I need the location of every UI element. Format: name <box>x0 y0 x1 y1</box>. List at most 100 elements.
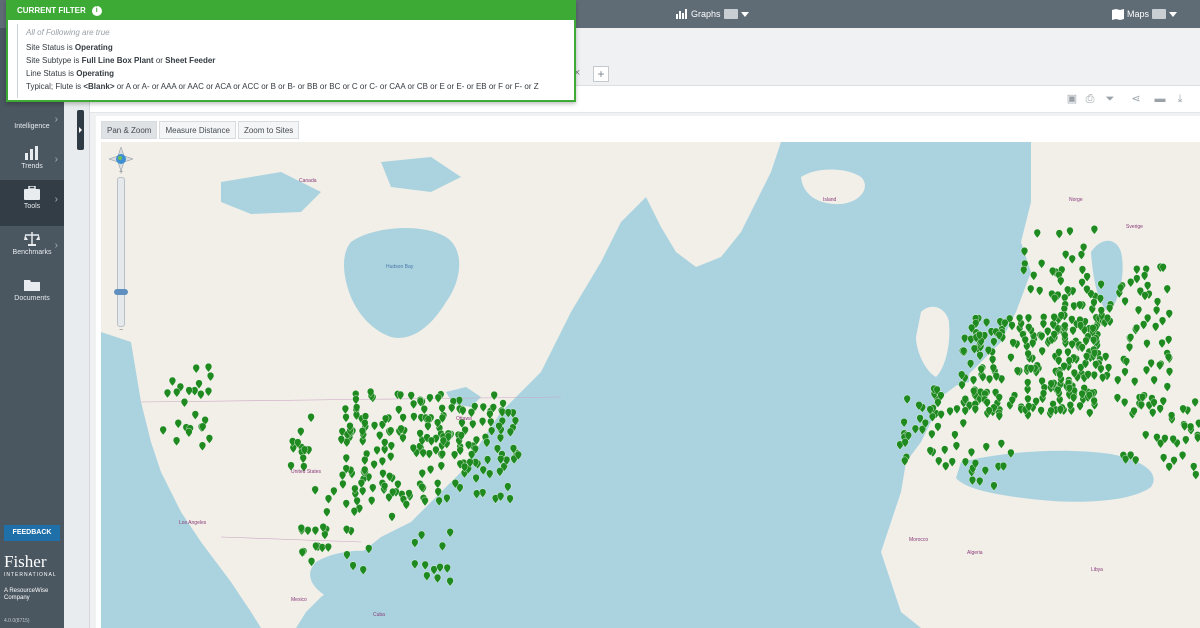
info-icon[interactable]: i <box>91 6 102 16</box>
sidebar-item-label: Tools <box>23 203 41 210</box>
site-marker[interactable] <box>446 577 454 587</box>
graphs-label: Graphs <box>691 9 721 19</box>
site-marker[interactable] <box>911 424 919 435</box>
site-marker[interactable] <box>433 573 442 584</box>
label-united-states: United States <box>291 469 322 475</box>
zoom-in-button[interactable]: + <box>116 169 126 177</box>
site-marker[interactable] <box>506 427 514 438</box>
feedback-button[interactable]: FEEDBACK <box>4 525 60 541</box>
sidebar-item-label: Intelligence <box>14 123 50 130</box>
save-icon[interactable]: ▣ <box>1066 93 1078 105</box>
sidebar-item-benchmarks[interactable]: Benchmarks › <box>0 226 64 272</box>
label-ottawa: Ottawa <box>456 416 472 422</box>
label-island: Island <box>823 197 837 203</box>
site-marker[interactable] <box>436 563 444 573</box>
land-british-isles <box>916 306 950 377</box>
zoom-control: + − <box>109 147 133 334</box>
version-text: 4.0.0(8715) <box>4 618 30 624</box>
site-marker[interactable] <box>417 530 426 541</box>
site-marker[interactable] <box>982 318 991 328</box>
tab-zoom-to-sites[interactable]: Zoom to Sites <box>237 121 300 139</box>
label-mexico: Mexico <box>291 597 307 603</box>
label-libya: Libya <box>1091 567 1103 573</box>
site-marker[interactable] <box>411 559 419 570</box>
folder-icon[interactable]: ▬ <box>1154 93 1166 105</box>
site-marker[interactable] <box>486 469 494 480</box>
label-algeria: Algeria <box>967 550 983 556</box>
land-greenland <box>621 142 781 267</box>
site-marker[interactable] <box>498 407 506 418</box>
app-window: Graphs Maps Intelligence › Trends › Tool… <box>0 0 1200 628</box>
label-hudson-bay: Hudson Bay <box>386 264 414 270</box>
site-marker[interactable] <box>496 467 504 477</box>
site-marker[interactable] <box>970 344 979 355</box>
site-marker[interactable] <box>900 418 908 428</box>
chevron-down-icon <box>740 11 749 17</box>
graphs-count-box <box>723 9 738 19</box>
filter-icon[interactable]: ⏷ <box>1104 93 1116 105</box>
site-marker[interactable] <box>506 494 514 504</box>
fisher-logo: Fisher INTERNATIONAL <box>4 552 62 578</box>
chevron-right-icon: › <box>54 114 58 125</box>
site-marker[interactable] <box>976 351 984 361</box>
site-marker[interactable] <box>504 408 512 418</box>
site-marker[interactable] <box>479 465 487 476</box>
site-marker[interactable] <box>488 426 496 437</box>
rule-value: Full Line Box Plant <box>81 56 154 65</box>
label-morocco: Morocco <box>909 537 929 543</box>
sidebar-item-label: Trends <box>21 163 43 170</box>
sidebar: Intelligence › Trends › Tools › Benchmar… <box>0 28 64 628</box>
site-marker[interactable] <box>423 571 431 582</box>
site-marker[interactable] <box>483 438 491 448</box>
resourcewise-logo: A ResourceWise Company <box>4 588 49 601</box>
site-marker[interactable] <box>411 538 419 548</box>
site-marker[interactable] <box>472 473 480 484</box>
filter-body: All of Following are true Site Status is… <box>17 24 565 98</box>
site-marker[interactable] <box>496 433 505 444</box>
site-marker[interactable] <box>504 482 512 492</box>
sidebar-item-tools[interactable]: Tools › <box>0 180 64 226</box>
sidebar-item-documents[interactable]: Documents <box>0 272 64 318</box>
tab-measure-distance[interactable]: Measure Distance <box>159 121 236 139</box>
site-marker[interactable] <box>446 528 454 538</box>
rule-value: Operating <box>76 69 115 78</box>
site-marker[interactable] <box>479 488 487 498</box>
site-marker[interactable] <box>438 541 447 552</box>
rule-connector: or <box>153 56 166 65</box>
site-marker[interactable] <box>435 496 443 507</box>
graphs-menu[interactable]: Graphs <box>676 5 749 23</box>
site-marker[interactable] <box>443 494 451 504</box>
pan-compass-icon[interactable] <box>109 147 133 171</box>
maps-label: Maps <box>1127 9 1150 19</box>
maps-count-box <box>1152 9 1167 19</box>
site-marker[interactable] <box>443 563 451 574</box>
site-marker[interactable] <box>903 394 911 405</box>
rule-value: Operating <box>74 43 113 52</box>
label-canada: Canada <box>299 178 317 184</box>
maps-menu[interactable]: Maps <box>1112 5 1178 23</box>
rule-prefix: Typical; Flute is <box>26 82 84 91</box>
collapse-handle[interactable] <box>77 110 84 150</box>
filter-rule: Site Status is Operating <box>26 41 565 54</box>
site-marker[interactable] <box>473 489 481 500</box>
share-icon[interactable]: ⋖ <box>1130 93 1142 105</box>
rule-value: <Blank> <box>83 82 115 91</box>
filter-rule: Typical; Flute is <Blank> or A or A- or … <box>26 80 565 93</box>
add-tab-button[interactable]: + <box>593 66 609 82</box>
zoom-slider-handle[interactable] <box>114 289 128 295</box>
folder-icon <box>24 280 40 291</box>
site-marker[interactable] <box>990 337 998 347</box>
world-map[interactable]: Canada United States Mexico Cuba Island … <box>101 142 1200 628</box>
site-marker[interactable] <box>421 560 429 571</box>
bar-chart-icon <box>25 146 38 160</box>
print-icon[interactable]: ⎙ <box>1084 93 1096 105</box>
site-marker[interactable] <box>430 565 438 575</box>
rule-prefix: Site Status is <box>26 43 75 52</box>
zoom-out-button[interactable]: − <box>116 327 126 335</box>
site-marker[interactable] <box>484 455 492 465</box>
zoom-slider-track[interactable] <box>117 177 125 327</box>
site-marker[interactable] <box>1020 265 1028 276</box>
briefcase-icon <box>24 186 40 200</box>
download-icon[interactable]: ⤓ <box>1174 93 1186 105</box>
tab-pan-zoom[interactable]: Pan & Zoom <box>101 121 158 139</box>
